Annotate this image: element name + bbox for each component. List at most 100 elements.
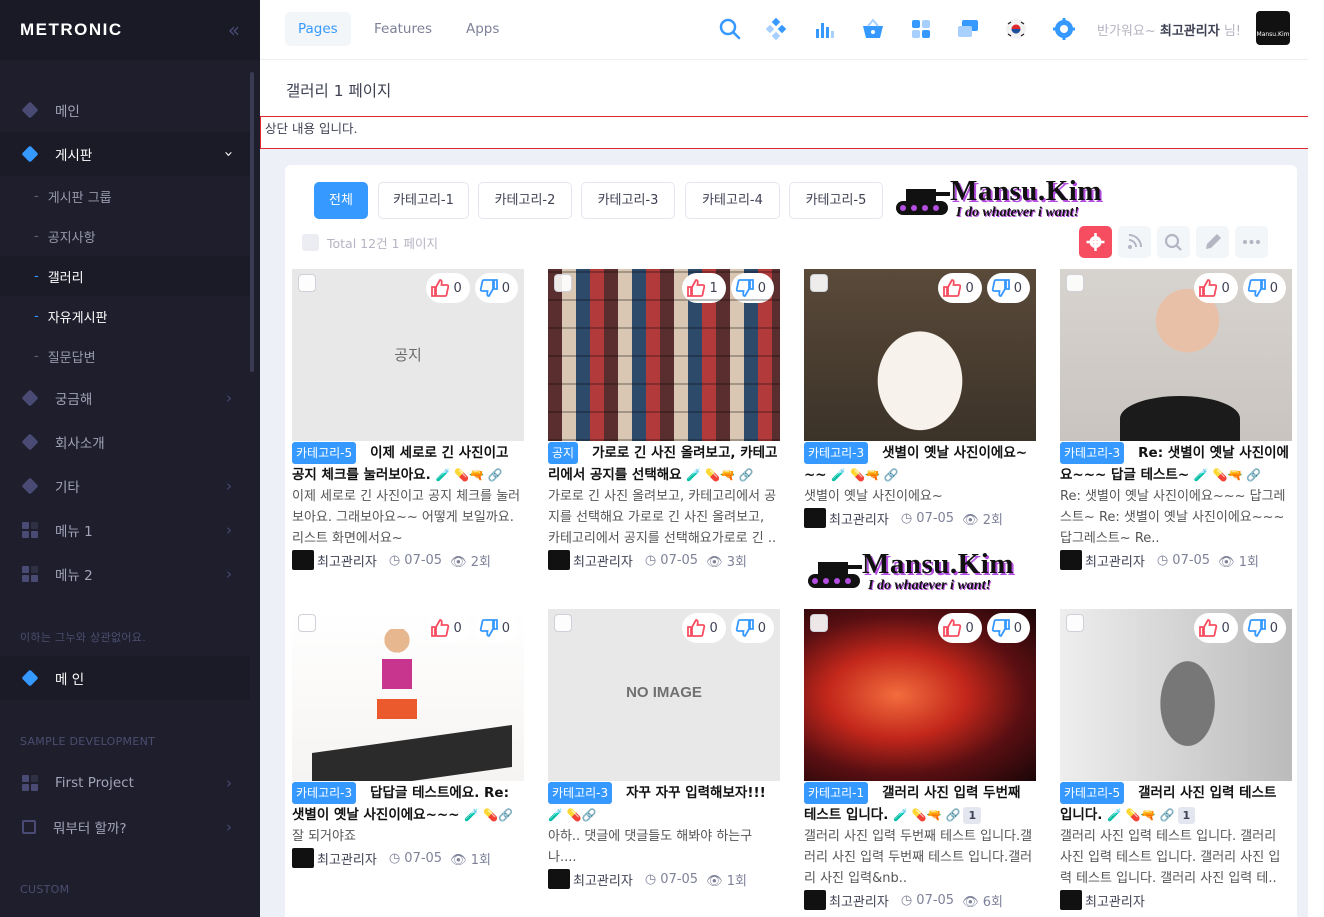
sidebar-item-board[interactable]: 게시판 › [0,132,250,176]
category-badge[interactable]: 카테고리-3 [548,782,613,804]
admin-settings-button[interactable] [1079,226,1112,258]
category-all-button[interactable]: 전체 [314,182,368,219]
tab-pages[interactable]: Pages [285,12,351,46]
item-checkbox[interactable] [554,274,572,292]
category-badge[interactable]: 카테고리-1 [804,782,869,804]
apps-icon[interactable] [909,17,933,41]
item-checkbox[interactable] [554,614,572,632]
sidebar-subitem-free-board[interactable]: - 자유게시판 [0,296,250,336]
thumbnail[interactable]: 00 [1060,269,1292,441]
sidebar-item-menu1[interactable]: 메뉴 1 › [0,508,250,552]
post-title[interactable]: 카테고리-3 자꾸 자꾸 입력해보자!!! 🧪 💊🔗 [548,782,780,826]
category-2-button[interactable]: 카테고리-2 [478,182,572,219]
sidebar-item-menu2[interactable]: 메뉴 2 › [0,552,250,596]
like-button[interactable]: 0 [1194,613,1238,643]
gallery-item[interactable]: 0 0 카테고리-1 갤러리 사진 입력 두번째 테스트 입니다. 🧪 💊🔫 🔗 1 갤러… [804,609,1036,910]
like-button[interactable]: 1 [682,273,726,303]
chat-icon[interactable] [956,17,980,41]
item-checkbox[interactable] [810,274,828,292]
gallery-item[interactable]: NO IMAGE 0 0 카테고리-3 자꾸 자꾸 입력해보자!!! 🧪 💊🔗 아하.. … [548,609,780,889]
item-checkbox[interactable] [810,614,828,632]
gallery-item[interactable]: 공지 0 0 카테고리-5 이제 세로로 긴 사진이고 공지 체크를 눌러보아요. 🧪 … [292,269,524,570]
gallery-item[interactable]: 0 0 카테고리-3 샛별이 옛날 사진이에요~~~ 🧪 💊🔫 🔗 샛별이 옛날 사진이… [804,269,1036,528]
dislike-button[interactable]: 0 [1242,613,1286,643]
gallery-item[interactable]: 1 0 공지 가로로 긴 사진 올려보고, 카테고리에서 공지를 선택해요 🧪 💊🔫 … [548,269,780,570]
dislike-button[interactable]: 0 [730,613,774,643]
post-title[interactable]: 카테고리-3 Re: 샛별이 옛날 사진이에요~~~ 답글 테스트~ 🧪 💊🔫 🔗 [1060,442,1292,486]
korea-flag-icon[interactable] [1004,17,1028,41]
post-title[interactable]: 카테고리-3 답답글 테스트에요. Re: 샛별이 옛날 사진이에요~~~ 🧪 💊… [292,782,524,826]
sidebar-subitem-notice[interactable]: - 공지사항 [0,216,250,256]
sidebar-scrollbar[interactable] [250,72,254,372]
post-title[interactable]: 공지 가로로 긴 사진 올려보고, 카테고리에서 공지를 선택해요 🧪 💊🔫 🔗 [548,442,780,486]
more-button[interactable] [1235,226,1268,258]
gallery-item[interactable]: 0 0 카테고리-5 갤러리 사진 입력 테스트 입니다. 🧪 💊🔫 🔗 1 갤러리 사진… [1060,609,1292,910]
author-name[interactable]: 최고관리자 [1085,551,1145,570]
like-button[interactable]: 0 [938,273,982,303]
chart-icon[interactable] [813,17,837,41]
author-name[interactable]: 최고관리자 [317,849,377,868]
tab-apps[interactable]: Apps [453,12,512,46]
dislike-button[interactable]: 0 [474,273,518,303]
category-badge[interactable]: 카테고리-5 [1060,782,1125,804]
dislike-button[interactable]: 0 [986,273,1030,303]
gallery-item[interactable]: 0 0 카테고리-3 답답글 테스트에요. Re: 샛별이 옛날 사진이에요~~~ 🧪… [292,609,524,868]
post-title[interactable]: 카테고리-3 샛별이 옛날 사진이에요~~~ 🧪 💊🔫 🔗 [804,442,1036,486]
write-button[interactable] [1196,226,1229,258]
gallery-item[interactable]: 0 0 카테고리-3 Re: 샛별이 옛날 사진이에요~~~ 답글 테스트~ 🧪 💊🔫… [1060,269,1292,570]
brand-logo[interactable]: METRONIC [20,20,123,40]
thumbnail[interactable]: 공지 0 0 [292,269,524,441]
category-badge[interactable]: 카테고리-5 [292,442,357,464]
like-button[interactable]: 0 [938,613,982,643]
category-badge[interactable]: 카테고리-3 [804,442,869,464]
sidebar-item-main2[interactable]: 메 인 [0,656,250,700]
sidebar-item-etc[interactable]: 기타 › [0,464,250,508]
author-name[interactable]: 최고관리자 [1085,891,1145,910]
item-checkbox[interactable] [298,614,316,632]
author-name[interactable]: 최고관리자 [829,891,889,910]
rss-button[interactable] [1118,226,1151,258]
post-title[interactable]: 카테고리-5 갤러리 사진 입력 테스트 입니다. 🧪 💊🔫 🔗 1 [1060,782,1292,826]
thumbnail[interactable]: 10 [548,269,780,441]
thumbnail[interactable]: 00 [292,609,524,781]
sidebar-toggle-icon[interactable]: « [228,18,240,42]
like-button[interactable]: 0 [1194,273,1238,303]
item-checkbox[interactable] [1066,274,1084,292]
category-1-button[interactable]: 카테고리-1 [378,182,469,219]
search-button[interactable] [1157,226,1190,258]
settings-icon[interactable] [1052,17,1076,41]
thumbnail[interactable]: 00 [1060,609,1292,781]
like-button[interactable]: 0 [682,613,726,643]
thumbnail[interactable]: 00 [804,609,1036,781]
category-3-button[interactable]: 카테고리-3 [581,182,675,219]
dislike-button[interactable]: 0 [730,273,774,303]
select-all-checkbox[interactable] [302,234,319,251]
sidebar-item-curious[interactable]: 궁금해 › [0,376,250,420]
basket-icon[interactable] [861,17,885,41]
author-name[interactable]: 최고관리자 [573,551,633,570]
sidebar-item-main[interactable]: 메인 [0,88,250,132]
avatar[interactable]: Mansu.Kim [1256,11,1290,45]
sidebar-subitem-board-group[interactable]: - 게시판 그룹 [0,176,250,216]
item-checkbox[interactable] [298,274,316,292]
dislike-button[interactable]: 0 [474,613,518,643]
page-scrollbar[interactable] [1308,0,1324,917]
like-button[interactable]: 0 [426,273,470,303]
sidebar-item-what-first[interactable]: 뭐부터 할까? › [0,805,250,849]
author-name[interactable]: 최고관리자 [317,551,377,570]
author-name[interactable]: 최고관리자 [829,509,889,528]
like-button[interactable]: 0 [426,613,470,643]
thumbnail[interactable]: 00 [804,269,1036,441]
sidebar-item-first-project[interactable]: First Project › [0,761,250,805]
category-badge[interactable]: 카테고리-3 [1060,442,1125,464]
thumbnail[interactable]: NO IMAGE 0 0 [548,609,780,781]
category-5-button[interactable]: 카테고리-5 [789,182,883,219]
dislike-button[interactable]: 0 [1242,273,1286,303]
post-title[interactable]: 카테고리-1 갤러리 사진 입력 두번째 테스트 입니다. 🧪 💊🔫 🔗 1 [804,782,1036,826]
layers-icon[interactable] [764,17,788,41]
item-checkbox[interactable] [1066,614,1084,632]
sidebar-subitem-gallery[interactable]: - 갤러리 [0,256,250,296]
category-4-button[interactable]: 카테고리-4 [685,182,780,219]
sidebar-subitem-qna[interactable]: - 질문답변 [0,336,250,376]
search-icon[interactable] [718,17,742,41]
